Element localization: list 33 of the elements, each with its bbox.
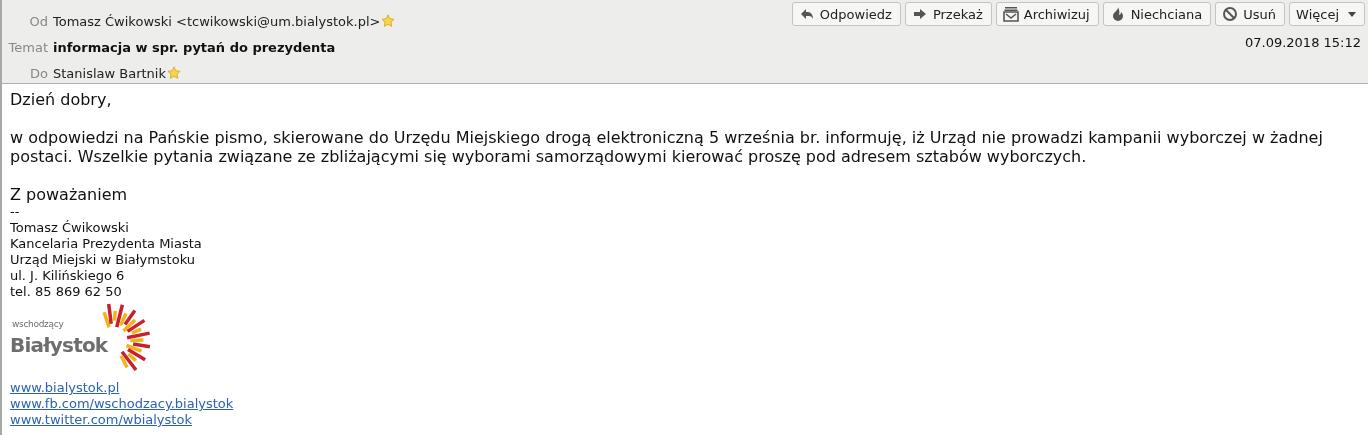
toolbar-button[interactable]: Przekaż: [904, 2, 992, 26]
toolbar-button[interactable]: Więcej: [1289, 2, 1365, 26]
forward-arrow-icon: [911, 6, 928, 22]
logo-text: wschodzący: [12, 319, 64, 329]
star-icon: [381, 14, 396, 28]
field-label: Do: [29, 65, 48, 81]
field-value: Stanislaw Bartnik: [53, 65, 166, 81]
greeting-text: Dzień dobry,: [10, 90, 113, 109]
signature-line: tel. 85 869 62 50: [10, 284, 123, 300]
signature-line: Urząd Miejski w Białymstoku: [10, 252, 197, 268]
caret-icon: [1348, 11, 1356, 17]
link[interactable]: www.bialystok.pl: [10, 380, 120, 395]
signature-line: Kancelaria Prezydenta Miasta: [10, 236, 203, 252]
archive-box-icon: [1002, 6, 1019, 22]
prohibited-icon: [1222, 6, 1239, 22]
body-paragraph: w odpowiedzi na Pańskie pismo, skierowane do Urzędu Miejskiego drogą elektroniczną 5 września br. informuję, iż Urząd nie prowadzi kampanii wyborczej w żadnej postaci. Wszelkie pytania związane ze zbliżającymi się wyborami samorządowymi kierować proszę pod adresem sztabów wyborczych.: [10, 128, 1324, 166]
closing-text: Z poważaniem: [10, 185, 129, 204]
link[interactable]: www.twitter.com/wbialystok: [10, 412, 192, 427]
field-value: informacja w spr. pytań do prezydenta: [53, 39, 336, 55]
toolbar-button[interactable]: Odpowiedz: [791, 2, 901, 26]
field-label: Od: [28, 13, 48, 29]
signature-separator: --: [10, 204, 21, 220]
logo-text: Białystok: [10, 333, 108, 357]
signature-line: Tomasz Ćwikowski: [10, 220, 130, 236]
field-label: Temat: [7, 39, 48, 55]
toolbar-button[interactable]: Archiwizuj: [995, 2, 1099, 26]
star-icon: [167, 66, 181, 80]
link[interactable]: www.fb.com/wschodzacy.bialystok: [10, 396, 234, 411]
message-date: 07.09.2018 15:12: [1244, 35, 1362, 50]
toolbar-button[interactable]: Usuń: [1215, 2, 1286, 26]
field-value: Tomasz Ćwikowski <tcwikowski@um.bialystok.pl>: [53, 13, 381, 29]
signature-line: ul. J. Kilińskiego 6: [10, 268, 126, 284]
toolbar-button[interactable]: Niechciana: [1102, 2, 1212, 26]
